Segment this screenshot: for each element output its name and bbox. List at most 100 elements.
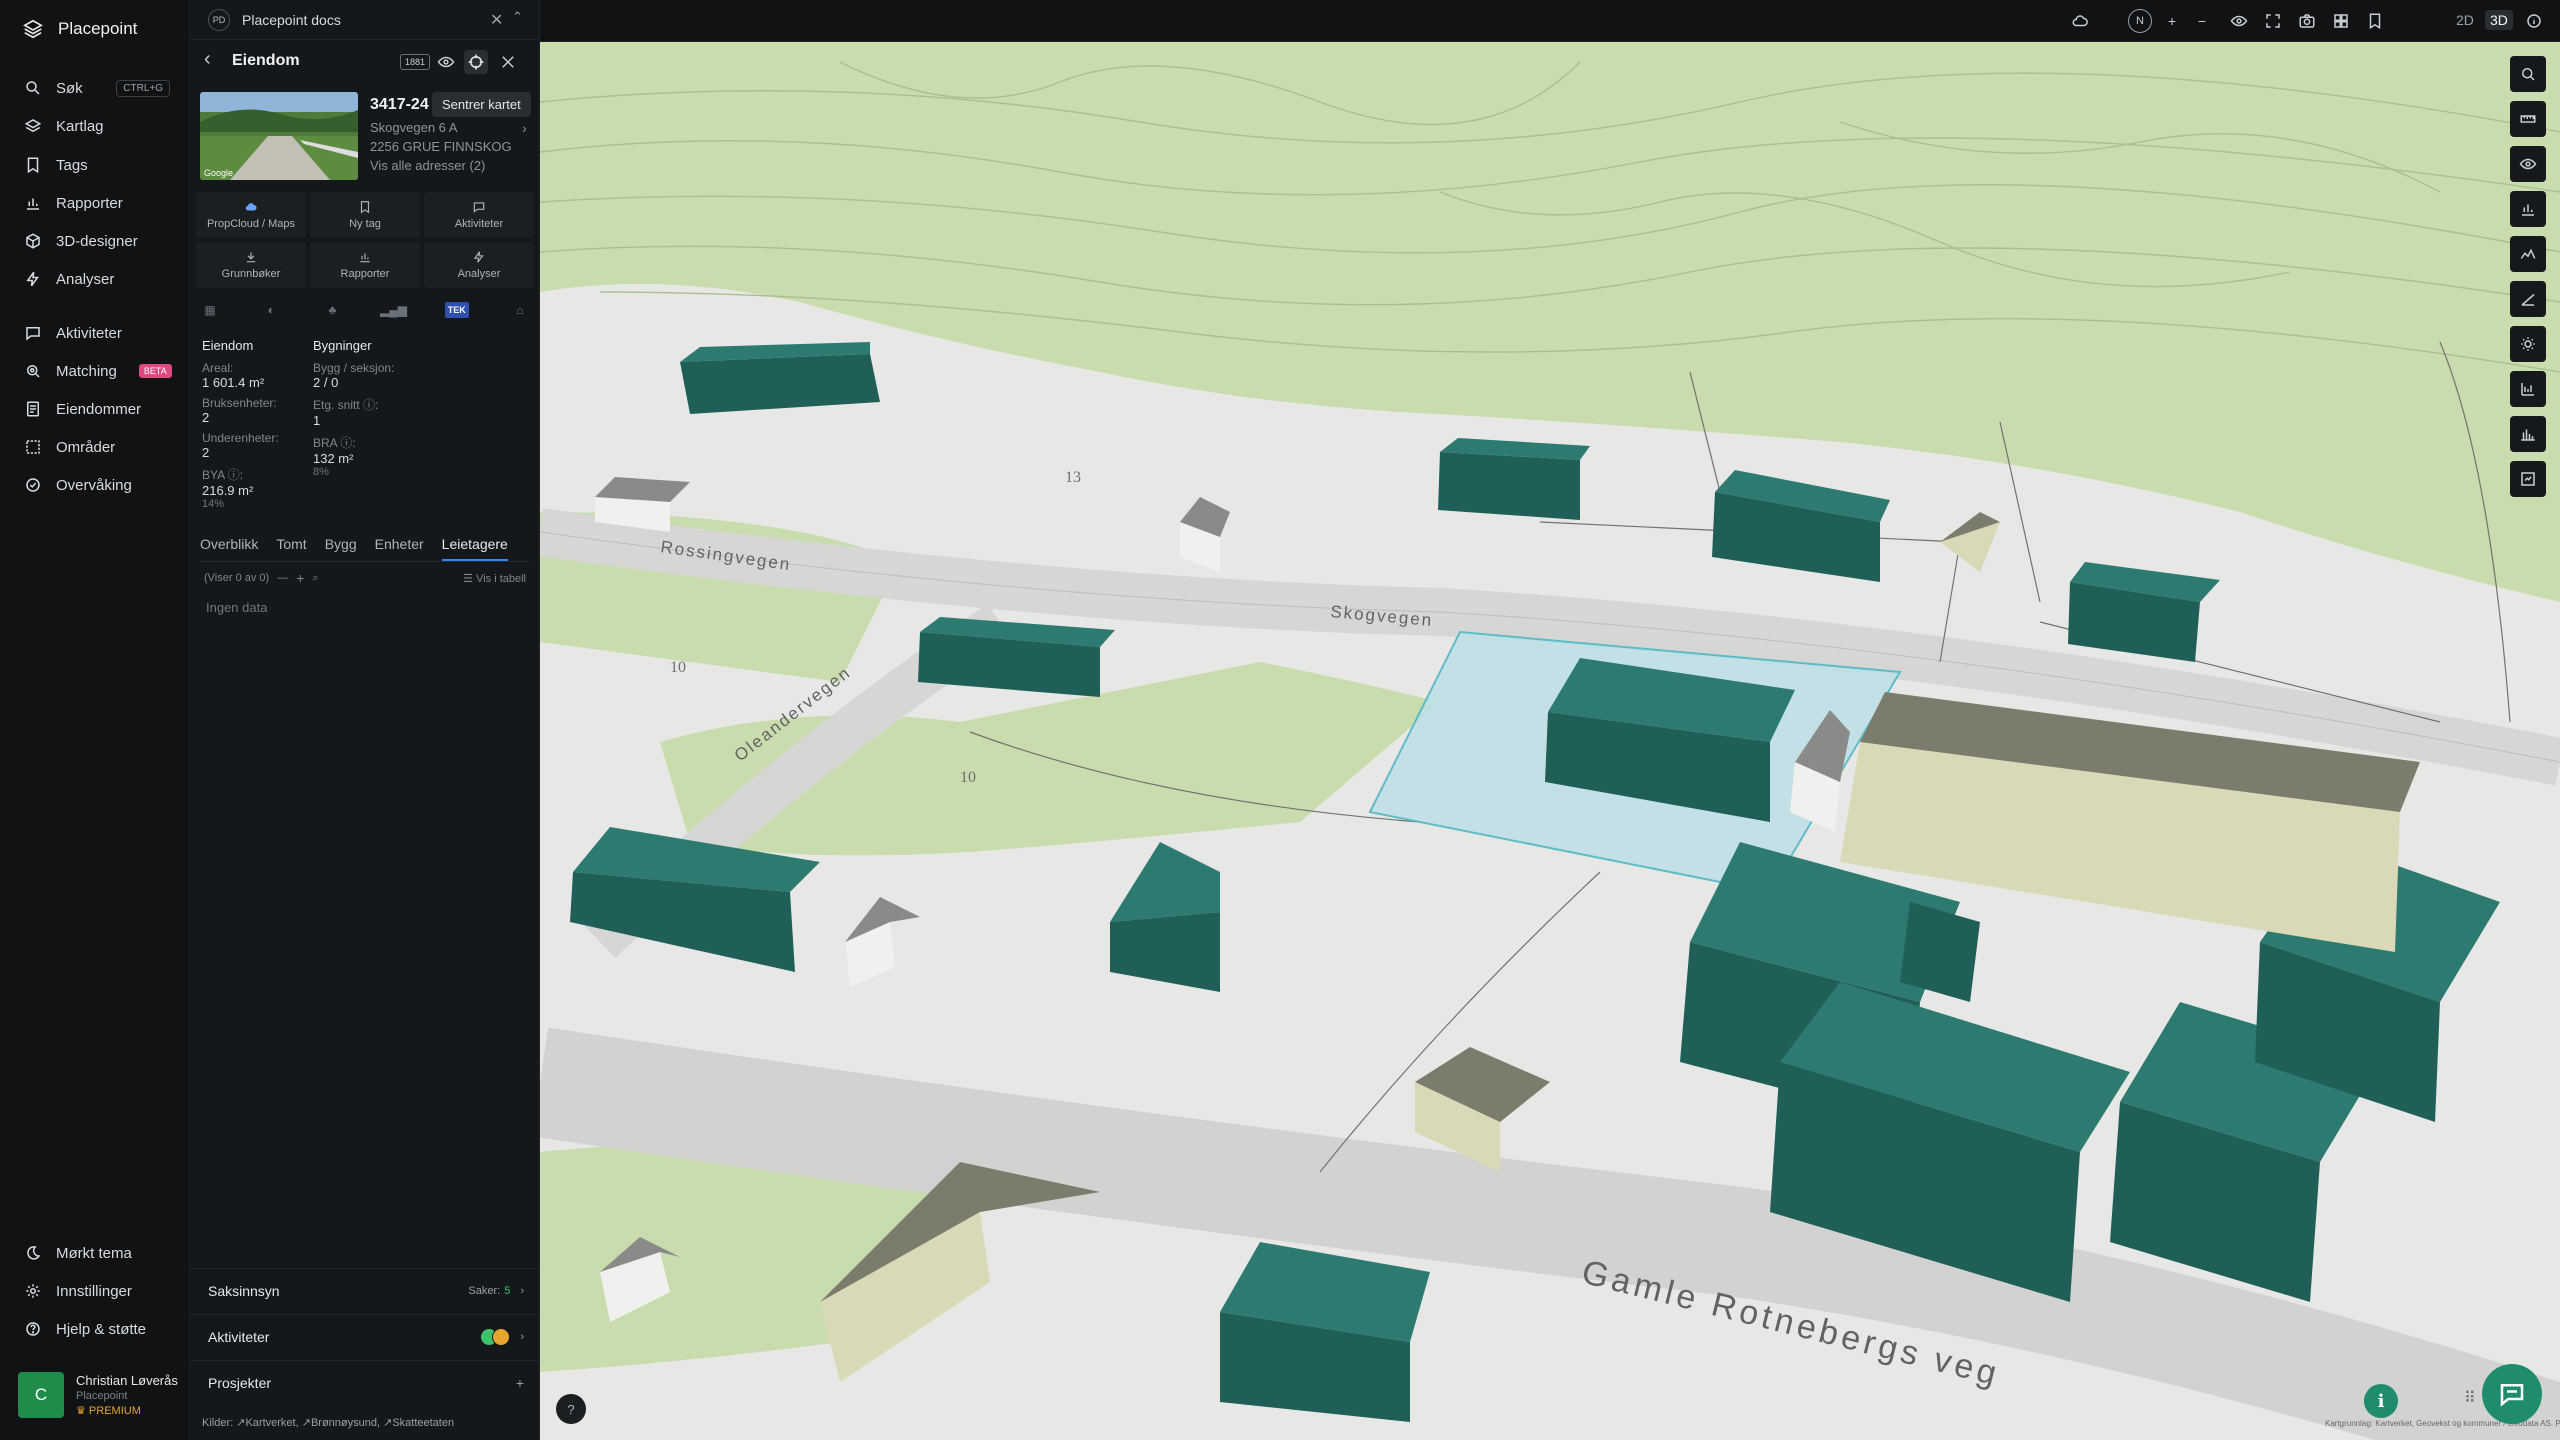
nav-matching[interactable]: Matching BETA (0, 354, 190, 388)
brand[interactable]: Placepoint (22, 18, 137, 40)
tool-sun-shadow[interactable] (2510, 326, 2546, 362)
doc-tab[interactable]: PD Placepoint docs ✕ ⌃ (190, 0, 540, 40)
land-register-button[interactable]: Grunnbøker (196, 242, 306, 288)
new-tag-button[interactable]: Ny tag (310, 192, 420, 238)
stat-label: Bygg / seksjon: (313, 361, 395, 375)
grid-icon[interactable] (2330, 10, 2352, 32)
nav-properties[interactable]: Eiendommer (0, 392, 190, 426)
building[interactable] (1438, 438, 1590, 520)
stat-value: 1 601.4 m² (202, 375, 265, 390)
tab-overview[interactable]: Overblikk (200, 536, 258, 561)
bookmark-icon[interactable] (2364, 10, 2386, 32)
tool-view-shed[interactable] (2510, 146, 2546, 182)
info-button[interactable]: i (2364, 1384, 2398, 1418)
avatar: C (18, 1372, 64, 1418)
tool-area-stats[interactable] (2510, 371, 2546, 407)
propcloud-button[interactable]: PropCloud / Maps (196, 192, 306, 238)
nav-settings[interactable]: Innstillinger (0, 1274, 190, 1308)
zoom-out-icon[interactable]: − (2191, 10, 2213, 32)
more-icon[interactable]: ⌂ (510, 302, 530, 318)
nav-activities[interactable]: Aktiviteter (0, 316, 190, 350)
crosshair-icon[interactable] (464, 50, 488, 74)
all-addresses-link[interactable]: Vis alle adresser (2) (370, 158, 485, 173)
tab-tenants[interactable]: Leietagere (441, 536, 508, 561)
stat-percent: 14% (202, 498, 225, 510)
nav-help[interactable]: Hjelp & støtte (0, 1312, 190, 1346)
stat-value: 216.9 m² (202, 483, 254, 498)
reports-button[interactable]: Rapporter (310, 242, 420, 288)
user-name: Christian Løverås (76, 1373, 178, 1388)
activity-avatars (480, 1327, 511, 1346)
cloud-layer-icon[interactable] (2069, 10, 2091, 32)
mode-2d-button[interactable]: 2D (2456, 12, 2474, 28)
bar-chart-icon (27, 198, 39, 210)
chevron-updown-icon[interactable]: ⌃ (512, 9, 523, 25)
nav-areas[interactable]: Områder (0, 430, 190, 464)
fullscreen-icon[interactable] (2262, 10, 2284, 32)
signal-bars-icon[interactable]: ▂▄▆ (380, 302, 407, 318)
back-arrow-icon[interactable]: ‹ (204, 48, 211, 71)
activities-button[interactable]: Aktiviteter (424, 192, 534, 238)
source-link[interactable]: Kartverket, (245, 1417, 298, 1429)
close-icon[interactable] (496, 50, 520, 74)
analyses-button[interactable]: Analyser (424, 242, 534, 288)
compass-icon[interactable]: N (2128, 9, 2152, 33)
plus-icon[interactable]: + (296, 570, 304, 586)
nav-search[interactable]: Søk CTRL+G (0, 71, 190, 105)
building[interactable] (680, 342, 880, 414)
activities-section[interactable]: Aktiviteter › (190, 1314, 540, 1358)
building[interactable] (1220, 1242, 1430, 1422)
eye-icon[interactable] (2228, 10, 2250, 32)
eye-icon[interactable] (434, 50, 458, 74)
source-link[interactable]: Skatteetaten (392, 1417, 454, 1429)
user-profile[interactable]: C Christian Løverås Placepoint ♛ PREMIUM (18, 1372, 178, 1418)
minus-icon[interactable]: — (277, 572, 288, 584)
drag-grip-icon[interactable]: ⠿ (2464, 1388, 2476, 1408)
tek-badge[interactable]: TEK (444, 302, 469, 318)
nav-monitoring[interactable]: Overvåking (0, 468, 190, 502)
projects-section[interactable]: Prosjekter + (190, 1360, 540, 1404)
map-canvas[interactable]: Rossingvegen Skogvegen Oleandervegen Gam… (540, 42, 2560, 1440)
tool-elevation-profile[interactable] (2510, 236, 2546, 272)
help-icon[interactable]: ? (556, 1394, 586, 1424)
street-view-photo[interactable]: Google (200, 92, 358, 180)
nav-analyses[interactable]: Analyser (0, 262, 190, 296)
tool-slope[interactable] (2510, 281, 2546, 317)
building-registry-icon[interactable]: ▦ (200, 302, 220, 318)
action-label: Rapporter (340, 268, 390, 280)
nav-dark-theme[interactable]: Mørkt tema (0, 1236, 190, 1270)
nav-label: Innstillinger (56, 1282, 132, 1300)
plan-label: PREMIUM (88, 1405, 141, 1417)
nav-reports[interactable]: Rapporter (0, 186, 190, 220)
action-label: Ny tag (349, 218, 381, 230)
tab-units[interactable]: Enheter (375, 536, 424, 561)
search-icon[interactable]: ⌕ (312, 572, 318, 585)
stat-value: 1 (313, 413, 321, 428)
case-access-section[interactable]: Saksinnsyn Saker: 5 › (190, 1268, 540, 1312)
nav-layers[interactable]: Kartlag (0, 109, 190, 143)
chevron-right-icon[interactable]: › (522, 120, 527, 136)
zoom-in-icon[interactable]: + (2161, 10, 2183, 32)
chat-button[interactable] (2482, 1364, 2542, 1424)
info-circle-icon[interactable] (2523, 10, 2545, 32)
nav-3d-designer[interactable]: 3D-designer (0, 224, 190, 258)
tab-buildings[interactable]: Bygg (325, 536, 357, 561)
panel-header: ‹ Eiendom 1881 (190, 44, 540, 80)
cases-label: Saker: (468, 1284, 501, 1297)
mode-3d-button[interactable]: 3D (2485, 10, 2513, 30)
tab-plot[interactable]: Tomt (276, 536, 306, 561)
close-icon[interactable]: ✕ (490, 10, 503, 30)
source-link[interactable]: Brønnøysund, (311, 1417, 380, 1429)
tool-layers-search[interactable] (2510, 56, 2546, 92)
tool-ruler[interactable] (2510, 101, 2546, 137)
plus-icon[interactable]: + (516, 1375, 524, 1391)
globe-icon[interactable]: ◐ (261, 302, 281, 318)
camera-icon[interactable] (2296, 10, 2318, 32)
tree-icon[interactable]: ♣ (322, 302, 342, 318)
view-table-button[interactable]: ☰ Vis i tabell (463, 572, 526, 585)
1881-badge[interactable]: 1881 (400, 54, 431, 70)
nav-tags[interactable]: Tags (0, 148, 190, 182)
tool-report[interactable] (2510, 461, 2546, 497)
tool-chart[interactable] (2510, 191, 2546, 227)
tool-cross-section[interactable] (2510, 416, 2546, 452)
